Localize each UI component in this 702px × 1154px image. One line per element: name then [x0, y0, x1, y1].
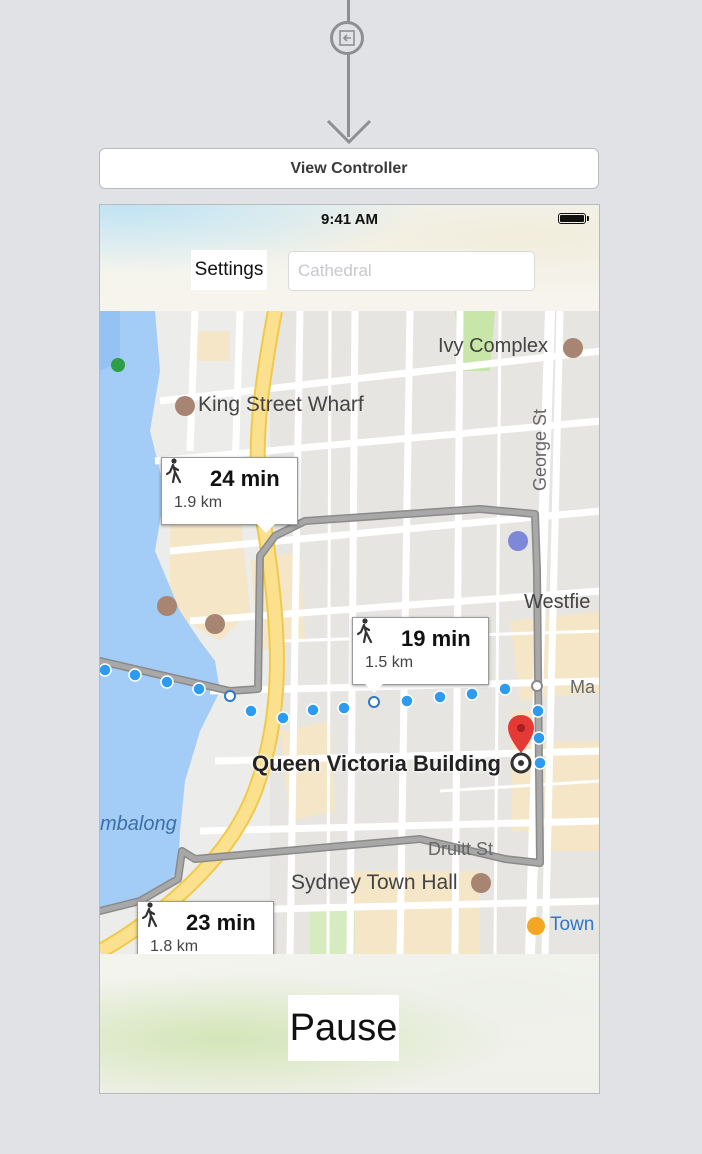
settings-button[interactable]: Settings — [191, 250, 267, 290]
status-bar-time: 9:41 AM — [321, 211, 378, 228]
map-view[interactable]: Ivy Complex King Street Wharf George St … — [100, 311, 599, 954]
walking-person-icon — [141, 902, 158, 928]
callout-tail — [365, 684, 383, 693]
route-time: 23 min — [186, 910, 256, 935]
landmark-icon — [205, 614, 225, 634]
route-distance: 1.9 km — [174, 494, 223, 511]
map-pin-icon — [508, 715, 534, 774]
segue-arrowhead-icon — [326, 119, 372, 145]
search-input[interactable] — [288, 251, 535, 291]
route-callout[interactable]: 24 min 1.9 km — [161, 457, 298, 533]
map-label-market: Ma — [570, 677, 596, 697]
walking-person-icon — [356, 618, 373, 644]
callout-tail — [257, 524, 275, 533]
map-label-tumbalong: mbalong — [100, 813, 177, 835]
map-label-queen-victoria-building: Queen Victoria Building — [252, 751, 501, 776]
train-station-icon — [527, 917, 545, 935]
route-time: 24 min — [210, 466, 280, 491]
landmark-icon — [471, 873, 491, 893]
route-distance: 1.8 km — [150, 938, 199, 954]
pause-button[interactable]: Pause — [288, 995, 399, 1061]
map-label-druitt-st: Druitt St — [428, 839, 494, 859]
landmark-icon — [563, 338, 583, 358]
landmark-icon — [175, 396, 195, 416]
map-label-ivy-complex: Ivy Complex — [438, 335, 549, 357]
battery-nub — [587, 216, 589, 221]
ferry-icon — [111, 358, 125, 372]
landmark-icon — [157, 596, 177, 616]
embed-segue-icon[interactable] — [330, 21, 364, 55]
map-label-king-street-wharf: King Street Wharf — [198, 393, 364, 416]
place-icon — [508, 531, 528, 551]
route-distance: 1.5 km — [365, 654, 414, 671]
battery-icon — [558, 213, 586, 224]
scene-title[interactable]: View Controller — [99, 148, 599, 189]
route-callout[interactable]: 23 min 1.8 km — [137, 901, 274, 954]
view-controller-scene: 9:41 AM Settings Cathedral Ivy Complex K… — [99, 204, 600, 1094]
map-label-sydney-town-hall: Sydney Town Hall — [291, 871, 458, 894]
bottom-bar: Pause — [100, 954, 599, 1093]
route-callout[interactable]: 19 min 1.5 km — [352, 617, 489, 693]
walking-person-icon — [165, 458, 182, 484]
map-label-town-hall-station: Town — [550, 914, 595, 935]
top-bar: 9:41 AM Settings — [100, 205, 599, 311]
map-label-george-st: George St — [530, 408, 550, 491]
map-label-westfield: Westfie — [524, 591, 591, 613]
route-time: 19 min — [401, 626, 471, 651]
